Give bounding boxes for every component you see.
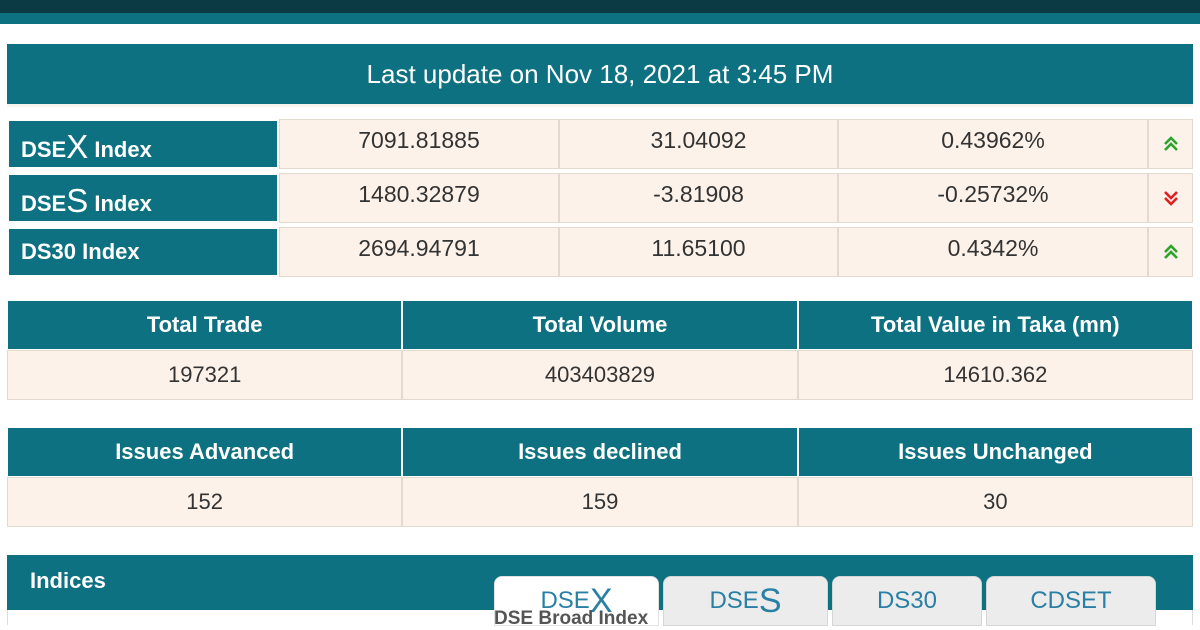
trade-summary-table: Total Trade Total Volume Total Value in …	[7, 300, 1193, 400]
issues-advanced-value: 152	[7, 477, 403, 527]
tab-dses[interactable]: DSE S	[663, 576, 828, 626]
top-bar-dark	[0, 0, 1200, 13]
tab-ds30[interactable]: DS30	[832, 576, 982, 626]
double-chevron-up-icon	[1163, 136, 1178, 151]
total-trade-value: 197321	[7, 350, 403, 400]
index-percent: 0.43962%	[838, 119, 1148, 169]
trend-cell	[1148, 227, 1193, 277]
trend-cell	[1148, 119, 1193, 169]
header-total-value: Total Value in Taka (mn)	[797, 300, 1193, 350]
broad-index-subtitle: DSE Broad Index	[494, 608, 649, 629]
trade-summary-header: Total Trade Total Volume Total Value in …	[7, 300, 1193, 350]
index-label-dses: DSE S Index	[7, 173, 279, 223]
index-label-ds30: DS30 Index	[7, 227, 279, 277]
index-label-dsex: DSE X Index	[7, 119, 279, 169]
issues-summary-table: Issues Advanced Issues declined Issues U…	[7, 427, 1193, 527]
total-volume-value: 403403829	[402, 350, 798, 400]
tab-cdset[interactable]: CDSET	[986, 576, 1156, 626]
index-row-ds30: DS30 Index 2694.94791 11.65100 0.4342%	[7, 227, 1193, 277]
index-change: 11.65100	[559, 227, 838, 277]
header-total-volume: Total Volume	[402, 300, 798, 350]
double-chevron-up-icon	[1163, 244, 1178, 259]
index-percent: -0.25732%	[838, 173, 1148, 223]
index-change: -3.81908	[559, 173, 838, 223]
header-issues-declined: Issues declined	[402, 427, 798, 477]
header-issues-advanced: Issues Advanced	[7, 427, 403, 477]
issues-declined-value: 159	[402, 477, 798, 527]
index-value: 1480.32879	[279, 173, 559, 223]
issues-summary-row: 152 159 30	[7, 477, 1193, 527]
index-row-dses: DSE S Index 1480.32879 -3.81908 -0.25732%	[7, 173, 1193, 223]
index-percent: 0.4342%	[838, 227, 1148, 277]
indices-panel-title: Indices	[30, 568, 106, 593]
index-value: 7091.81885	[279, 119, 559, 169]
index-row-dsex: DSE X Index 7091.81885 31.04092 0.43962%	[7, 119, 1193, 169]
last-update-text: Last update on Nov 18, 2021 at 3:45 PM	[366, 58, 834, 89]
trend-cell	[1148, 173, 1193, 223]
issues-unchanged-value: 30	[797, 477, 1193, 527]
index-value: 2694.94791	[279, 227, 559, 277]
last-update-banner: Last update on Nov 18, 2021 at 3:45 PM	[7, 44, 1193, 107]
trade-summary-row: 197321 403403829 14610.362	[7, 350, 1193, 400]
issues-summary-header: Issues Advanced Issues declined Issues U…	[7, 427, 1193, 477]
header-total-trade: Total Trade	[7, 300, 403, 350]
header-issues-unchanged: Issues Unchanged	[797, 427, 1193, 477]
double-chevron-down-icon	[1163, 191, 1178, 206]
index-change: 31.04092	[559, 119, 838, 169]
total-taka-value: 14610.362	[797, 350, 1193, 400]
